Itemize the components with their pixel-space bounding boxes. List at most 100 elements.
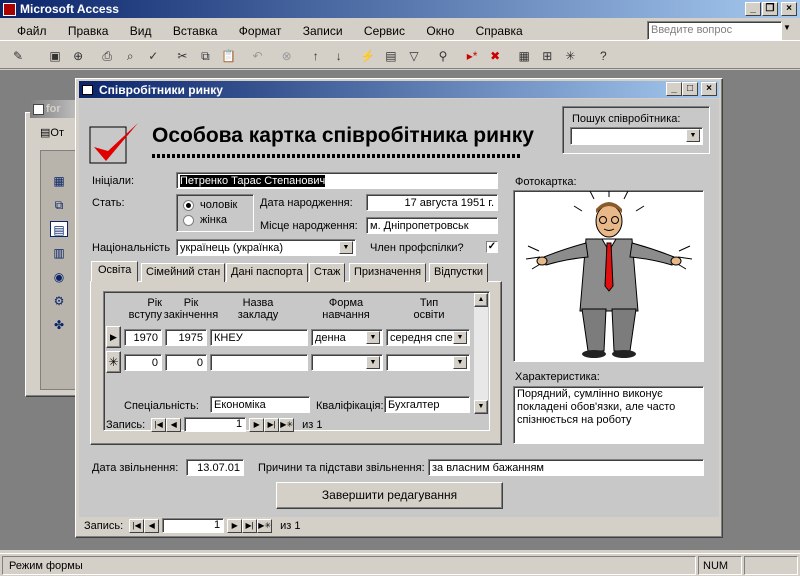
nationality-combo-arrow[interactable]: ▼ bbox=[339, 241, 353, 254]
row2-study-form-arrow[interactable]: ▼ bbox=[366, 356, 380, 369]
properties-icon[interactable]: ▦ bbox=[514, 46, 534, 66]
help-dropdown-arrow[interactable]: ▼ bbox=[783, 23, 791, 32]
next-record-button[interactable]: ▶ bbox=[227, 518, 243, 533]
menu-edit[interactable]: Правка bbox=[68, 24, 109, 38]
print-icon[interactable]: ⎙ bbox=[97, 47, 117, 67]
tab-experience[interactable]: Стаж bbox=[309, 263, 346, 282]
first-record-button[interactable]: |◀ bbox=[129, 518, 145, 533]
macros-icon[interactable]: ⚙ bbox=[50, 293, 68, 309]
hyperlink-icon[interactable]: ⊗ bbox=[277, 46, 297, 66]
menu-view[interactable]: Вид bbox=[130, 24, 152, 38]
gender-female-radio[interactable]: жінка bbox=[183, 214, 227, 226]
sub-first-record-button[interactable]: |◀ bbox=[151, 417, 167, 432]
new-object-icon[interactable]: ✳ bbox=[560, 46, 580, 66]
tab-vacation[interactable]: Відпустки bbox=[429, 263, 489, 282]
finish-editing-button[interactable]: Завершити редагування bbox=[276, 482, 503, 509]
find-icon[interactable]: ⚲ bbox=[433, 46, 453, 66]
prev-record-button[interactable]: ◀ bbox=[144, 518, 160, 533]
db-window-tab[interactable]: ▤От bbox=[38, 123, 78, 143]
birth-place-field[interactable]: м. Дніпропетровськ bbox=[366, 217, 498, 234]
sort-descending-icon[interactable]: ↓ bbox=[329, 46, 349, 66]
row1-study-form-arrow[interactable]: ▼ bbox=[366, 331, 380, 344]
database-window-icon[interactable]: ⊞ bbox=[537, 46, 557, 66]
menu-insert[interactable]: Вставка bbox=[173, 24, 218, 38]
record-selector-new[interactable]: ✳ bbox=[106, 351, 121, 373]
subform-scrollbar[interactable]: ▲ ▼ bbox=[474, 293, 488, 414]
menu-file[interactable]: Файл bbox=[17, 24, 47, 38]
characteristic-field[interactable]: Порядний, сумлінно виконує покладені обо… bbox=[513, 386, 704, 444]
birth-date-field[interactable]: 17 августа 1951 г. bbox=[366, 194, 498, 211]
sub-record-number[interactable]: 1 bbox=[184, 417, 247, 432]
row2-year-start[interactable]: 0 bbox=[124, 354, 162, 371]
record-number[interactable]: 1 bbox=[162, 518, 225, 533]
dismissal-reason-field[interactable]: за власним бажанням bbox=[428, 459, 704, 476]
cut-icon[interactable]: ✂ bbox=[172, 46, 192, 66]
delete-record-icon[interactable]: ✖ bbox=[485, 46, 505, 66]
sort-ascending-icon[interactable]: ↑ bbox=[306, 46, 326, 66]
menu-tools[interactable]: Сервис bbox=[364, 24, 405, 38]
paste-icon[interactable]: 📋 bbox=[219, 46, 239, 66]
qualification-field[interactable]: Бухгалтер bbox=[384, 396, 470, 413]
sub-prev-record-button[interactable]: ◀ bbox=[166, 417, 182, 432]
restore-button[interactable]: ❐ bbox=[762, 2, 778, 16]
help-question-input[interactable]: Введите вопрос bbox=[647, 21, 782, 40]
heading-underline bbox=[152, 154, 521, 158]
database-window-titlebar[interactable]: for bbox=[30, 100, 78, 118]
row1-year-end[interactable]: 1975 bbox=[165, 329, 207, 346]
row2-school[interactable] bbox=[210, 354, 308, 371]
filter-by-form-icon[interactable]: ▤ bbox=[381, 46, 401, 66]
undo-icon[interactable]: ↶ bbox=[248, 46, 268, 66]
help-icon[interactable]: ? bbox=[593, 46, 613, 66]
tab-passport[interactable]: Дані паспорта bbox=[226, 263, 308, 282]
menu-window[interactable]: Окно bbox=[426, 24, 454, 38]
scroll-up-button[interactable]: ▲ bbox=[474, 293, 488, 307]
union-checkbox[interactable]: ✓ bbox=[486, 241, 498, 253]
last-record-button[interactable]: ▶| bbox=[242, 518, 258, 533]
sub-new-record-button[interactable]: ▶✳ bbox=[279, 417, 295, 432]
row1-edu-type-arrow[interactable]: ▼ bbox=[453, 331, 467, 344]
gender-male-radio[interactable]: чоловік bbox=[183, 199, 237, 211]
row2-edu-type-arrow[interactable]: ▼ bbox=[453, 356, 467, 369]
pages-icon[interactable]: ◉ bbox=[50, 269, 68, 285]
close-button[interactable]: × bbox=[781, 2, 797, 16]
initials-field[interactable]: Петренко Тарас Степанович bbox=[176, 172, 498, 189]
row1-year-start[interactable]: 1970 bbox=[124, 329, 162, 346]
form-close-button[interactable]: × bbox=[701, 82, 717, 96]
new-record-icon[interactable]: ▸* bbox=[462, 46, 482, 66]
print-preview-icon[interactable]: ⌕ bbox=[120, 47, 140, 67]
scroll-down-button[interactable]: ▼ bbox=[474, 400, 488, 414]
menu-records[interactable]: Записи bbox=[303, 24, 343, 38]
menu-format[interactable]: Формат bbox=[239, 24, 282, 38]
queries-icon[interactable]: ⧉ bbox=[50, 197, 68, 213]
form-maximize-button[interactable]: □ bbox=[682, 82, 698, 96]
minimize-button[interactable]: _ bbox=[745, 2, 761, 16]
row2-year-end[interactable]: 0 bbox=[165, 354, 207, 371]
search-file-icon[interactable]: ⊕ bbox=[68, 46, 88, 66]
tables-icon[interactable]: ▦ bbox=[50, 173, 68, 189]
new-record-button[interactable]: ▶✳ bbox=[257, 518, 273, 533]
apply-filter-icon[interactable]: ▽ bbox=[404, 46, 424, 66]
spelling-icon[interactable]: ✓ bbox=[143, 46, 163, 66]
form-titlebar[interactable]: Співробітники ринку _ □ × bbox=[79, 81, 719, 98]
modules-icon[interactable]: ✤ bbox=[50, 317, 68, 333]
specialty-field[interactable]: Економіка bbox=[210, 396, 310, 413]
row1-school[interactable]: КНЕУ bbox=[210, 329, 308, 346]
tab-family[interactable]: Сімейний стан bbox=[141, 263, 226, 282]
search-combo-arrow[interactable]: ▼ bbox=[686, 129, 700, 142]
filter-by-selection-icon[interactable]: ⚡ bbox=[358, 46, 378, 66]
design-view-icon[interactable]: ✎ bbox=[8, 46, 28, 66]
reports-icon[interactable]: ▥ bbox=[50, 245, 68, 261]
menu-help[interactable]: Справка bbox=[476, 24, 523, 38]
tab-education[interactable]: Освіта bbox=[91, 261, 139, 282]
sub-last-record-button[interactable]: ▶| bbox=[264, 417, 280, 432]
tab-appointment[interactable]: Призначення bbox=[349, 263, 427, 282]
save-icon[interactable]: ▣ bbox=[45, 46, 65, 66]
nationality-combo[interactable]: українець (українка) bbox=[176, 239, 356, 256]
sub-next-record-button[interactable]: ▶ bbox=[249, 417, 265, 432]
dismissal-date-field[interactable]: 13.07.01 bbox=[186, 459, 244, 476]
form-minimize-button[interactable]: _ bbox=[666, 82, 682, 96]
search-combo[interactable] bbox=[570, 127, 703, 145]
forms-icon[interactable]: ▤ bbox=[50, 221, 68, 237]
record-selector-current[interactable]: ▶ bbox=[106, 326, 121, 348]
copy-icon[interactable]: ⧉ bbox=[195, 47, 215, 67]
